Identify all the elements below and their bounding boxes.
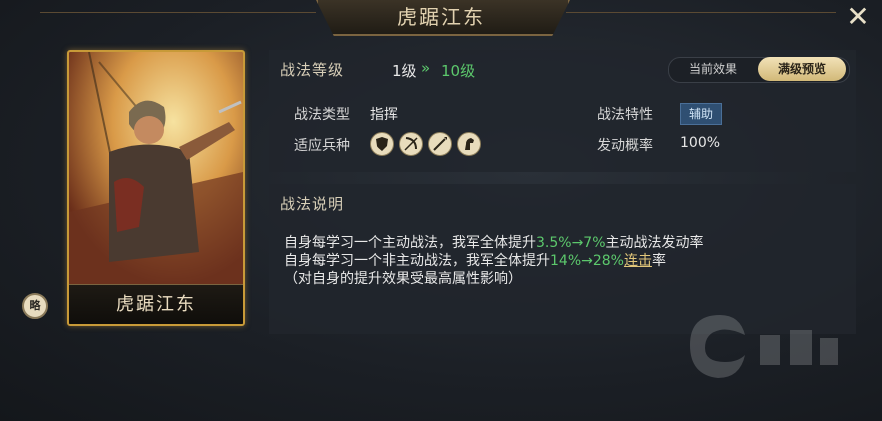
shield-icon (370, 132, 394, 156)
level-arrow-icon: » (421, 59, 431, 77)
spear-icon (428, 132, 452, 156)
description-heading: 战法说明 (280, 195, 345, 213)
desc-text: 主动战法发动率 (605, 235, 704, 251)
desc-text: 自身每学习一个主动战法，我军全体提升 (284, 235, 536, 251)
skill-trait-label: 战法特性 (597, 107, 653, 123)
warrior-illustration (69, 52, 243, 284)
level-max: 10级 (441, 62, 476, 80)
horse-icon (457, 132, 481, 156)
skill-trait-tag: 辅助 (680, 103, 722, 125)
bow-icon (399, 132, 423, 156)
description-line-1: 自身每学习一个主动战法，我军全体提升3.5%→7%主动战法发动率 (284, 232, 704, 252)
trigger-rate-value: 100% (680, 135, 721, 151)
watermark-logo (690, 315, 838, 378)
card-skill-name: 虎踞江东 (69, 284, 243, 324)
desc-text: 自身每学习一个非主动战法，我军全体提升 (284, 253, 550, 269)
desc-value: 3.5%→7% (536, 235, 606, 251)
toggle-max-preview[interactable]: 满级预览 (758, 57, 846, 81)
troops-label: 适应兵种 (294, 138, 350, 154)
header-divider-right (566, 12, 836, 13)
description-line-3: （对自身的提升效果受最高属性影响） (284, 271, 522, 287)
skill-type-value: 指挥 (370, 107, 398, 123)
desc-text: 率 (651, 253, 666, 269)
skill-type-label: 战法类型 (294, 107, 350, 123)
level-label: 战法等级 (280, 61, 345, 79)
header-divider-left (40, 12, 316, 13)
close-button[interactable]: ✕ (842, 3, 874, 31)
toggle-current-effect[interactable]: 当前效果 (680, 57, 746, 81)
description-line-2: 自身每学习一个非主动战法，我军全体提升14%→28%连击率 (284, 250, 666, 270)
strategy-badge[interactable]: 略 (22, 293, 48, 319)
page-title: 虎踞江东 (397, 5, 485, 29)
combo-link[interactable]: 连击 (624, 253, 652, 269)
skill-card: 虎踞江东 (67, 50, 245, 326)
level-current: 1级 (392, 62, 417, 80)
desc-value: 14%→28% (550, 253, 624, 269)
trigger-rate-label: 发动概率 (597, 138, 653, 154)
